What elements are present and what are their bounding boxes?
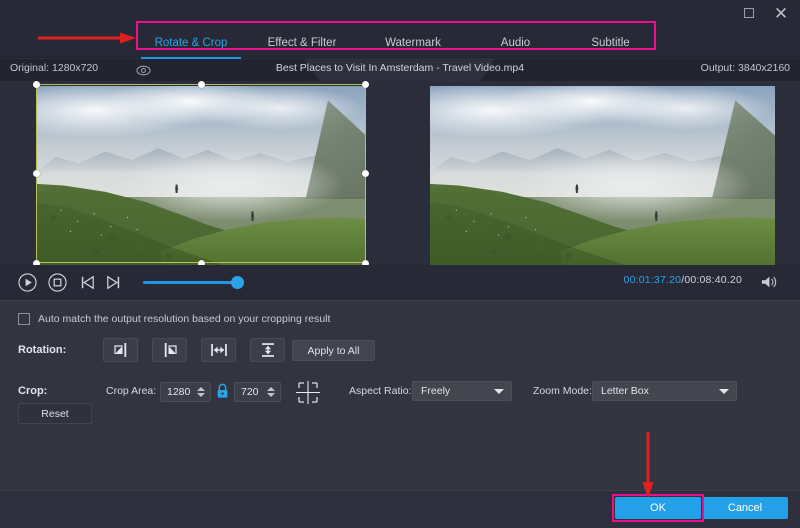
- stop-icon[interactable]: [48, 273, 67, 292]
- preview-stage: [0, 81, 800, 265]
- output-preview-pane: [424, 81, 800, 265]
- crop-handle-top-right[interactable]: [362, 81, 369, 88]
- rotate-left-icon: [111, 341, 131, 359]
- aspect-ratio-select[interactable]: Freely: [412, 381, 512, 401]
- crop-handle-top-left[interactable]: [33, 81, 40, 88]
- auto-match-label: Auto match the output resolution based o…: [38, 313, 330, 325]
- auto-match-row[interactable]: Auto match the output resolution based o…: [18, 313, 330, 325]
- flip-horizontal-icon: [209, 341, 229, 359]
- tab-audio[interactable]: Audio: [468, 28, 563, 58]
- seek-handle[interactable]: [231, 276, 244, 289]
- chevron-down-icon: [719, 389, 729, 394]
- next-frame-icon[interactable]: [104, 273, 123, 292]
- tab-subtitle-label: Subtitle: [591, 37, 629, 49]
- tab-rotate-crop[interactable]: Rotate & Crop: [136, 28, 246, 58]
- crop-label: Crop:: [18, 385, 47, 397]
- total-time: /00:08:40.20: [681, 274, 742, 286]
- crop-handle-top-center[interactable]: [198, 81, 205, 88]
- tab-effect-filter-label: Effect & Filter: [268, 37, 337, 49]
- ok-button-highlight-annotation: [612, 494, 704, 522]
- window-controls: ✕: [740, 4, 790, 22]
- chevron-down-icon: [494, 389, 504, 394]
- stepper-down-icon[interactable]: [197, 393, 205, 397]
- apply-to-all-button[interactable]: Apply to All: [292, 340, 375, 361]
- cancel-button[interactable]: Cancel: [702, 497, 788, 519]
- crop-width-stepper[interactable]: [196, 383, 206, 401]
- rotate-right-button[interactable]: [152, 338, 187, 362]
- maximize-icon[interactable]: [740, 4, 758, 22]
- crop-height-stepper[interactable]: [266, 383, 276, 401]
- tab-rotate-crop-label: Rotate & Crop: [155, 37, 228, 49]
- title-bar: ✕: [0, 0, 800, 28]
- zoom-mode-select[interactable]: Letter Box: [592, 381, 737, 401]
- time-display: 00:01:37.20/00:08:40.20: [624, 274, 742, 286]
- reset-button[interactable]: Reset: [18, 403, 92, 424]
- rotate-right-icon: [160, 341, 180, 359]
- playback-bar: 00:01:37.20/00:08:40.20: [0, 265, 800, 300]
- tab-subtitle[interactable]: Subtitle: [563, 28, 658, 58]
- stepper-up-icon[interactable]: [197, 387, 205, 391]
- source-preview-pane: [0, 81, 410, 265]
- tab-watermark-label: Watermark: [385, 37, 441, 49]
- tab-effect-filter[interactable]: Effect & Filter: [246, 28, 358, 58]
- flip-vertical-button[interactable]: [250, 338, 285, 362]
- flowers-layer: [444, 201, 568, 248]
- output-resolution-label: Output: 3840x2160: [701, 62, 790, 74]
- aspect-ratio-label: Aspect Ratio:: [349, 385, 411, 397]
- stepper-up-icon[interactable]: [267, 387, 275, 391]
- file-name-label: Best Places to Visit In Amsterdam - Trav…: [0, 62, 800, 74]
- previous-frame-icon[interactable]: [78, 273, 97, 292]
- flowers-layer: [49, 201, 168, 248]
- tab-audio-label: Audio: [501, 37, 530, 49]
- flip-vertical-icon: [258, 341, 278, 359]
- lock-icon[interactable]: [215, 383, 230, 400]
- crop-handle-middle-left[interactable]: [33, 170, 40, 177]
- aspect-ratio-value: Freely: [421, 385, 450, 397]
- source-video-frame[interactable]: [36, 86, 366, 265]
- flip-horizontal-button[interactable]: [201, 338, 236, 362]
- volume-icon[interactable]: [760, 274, 778, 290]
- zoom-mode-value: Letter Box: [601, 385, 649, 397]
- crop-area-label: Crop Area:: [106, 385, 156, 397]
- preview-header: Original: 1280x720 Best Places to Visit …: [0, 59, 800, 81]
- rotation-label: Rotation:: [18, 344, 66, 356]
- zoom-mode-label: Zoom Mode:: [533, 385, 592, 397]
- crop-tool-icon[interactable]: [294, 380, 322, 405]
- tab-bar: Rotate & Crop Effect & Filter Watermark …: [0, 28, 800, 58]
- rotate-left-button[interactable]: [103, 338, 138, 362]
- stepper-down-icon[interactable]: [267, 393, 275, 397]
- video-editor-window: ✕ Rotate & Crop Effect & Filter Watermar…: [0, 0, 800, 528]
- tab-watermark[interactable]: Watermark: [358, 28, 468, 58]
- crop-handle-middle-right[interactable]: [362, 170, 369, 177]
- tab-list: Rotate & Crop Effect & Filter Watermark …: [136, 28, 658, 58]
- play-icon[interactable]: [18, 273, 37, 292]
- seek-bar-filled[interactable]: [143, 281, 238, 284]
- close-icon[interactable]: ✕: [772, 4, 790, 22]
- current-time: 00:01:37.20: [624, 274, 682, 286]
- output-video-frame[interactable]: [430, 86, 775, 265]
- auto-match-checkbox[interactable]: [18, 313, 30, 325]
